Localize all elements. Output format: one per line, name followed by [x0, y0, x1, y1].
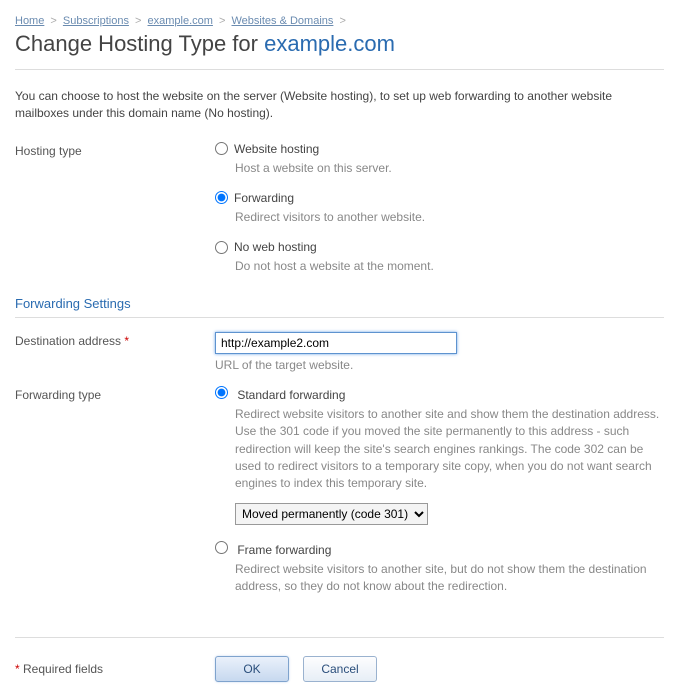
hosting-type-label: Hosting type [15, 142, 215, 158]
destination-label: Destination address * [15, 332, 215, 348]
radio-forwarding-input[interactable] [215, 191, 228, 204]
title-domain: example.com [264, 31, 395, 56]
radio-standard-forwarding[interactable]: Standard forwarding [215, 388, 345, 402]
crumb-sep: > [50, 15, 56, 27]
required-star: * [124, 334, 129, 348]
intro-text: You can choose to host the website on th… [15, 88, 664, 122]
crumb-sep: > [219, 15, 225, 27]
title-prefix: Change Hosting Type for [15, 31, 264, 56]
radio-frame-forwarding[interactable]: Frame forwarding [215, 543, 331, 557]
forwarding-type-label: Forwarding type [15, 386, 215, 402]
radio-standard-forwarding-label: Standard forwarding [237, 388, 345, 402]
frame-forwarding-hint: Redirect website visitors to another sit… [235, 561, 664, 596]
cancel-button[interactable]: Cancel [303, 656, 377, 682]
radio-forwarding-hint: Redirect visitors to another website. [235, 209, 664, 226]
crumb-domain[interactable]: example.com [148, 15, 213, 27]
radio-website-hosting[interactable]: Website hosting [215, 142, 664, 156]
radio-no-hosting-input[interactable] [215, 241, 228, 254]
crumb-home[interactable]: Home [15, 15, 44, 27]
divider [15, 69, 664, 70]
crumb-sep: > [135, 15, 141, 27]
radio-standard-forwarding-input[interactable] [215, 386, 228, 399]
ok-button[interactable]: OK [215, 656, 289, 682]
crumb-sep: > [339, 15, 345, 27]
standard-forwarding-hint: Redirect website visitors to another sit… [235, 406, 664, 493]
breadcrumb: Home > Subscriptions > example.com > Web… [15, 15, 664, 27]
radio-no-hosting-hint: Do not host a website at the moment. [235, 258, 664, 275]
destination-input[interactable] [215, 332, 457, 354]
radio-frame-forwarding-input[interactable] [215, 541, 228, 554]
radio-website-hosting-label: Website hosting [234, 142, 319, 156]
radio-frame-forwarding-label: Frame forwarding [237, 543, 331, 557]
radio-website-hosting-input[interactable] [215, 142, 228, 155]
radio-forwarding[interactable]: Forwarding [215, 191, 664, 205]
destination-label-text: Destination address [15, 334, 121, 348]
forwarding-settings-heading: Forwarding Settings [15, 296, 664, 318]
page-title: Change Hosting Type for example.com [15, 31, 664, 57]
required-star: * [15, 662, 20, 676]
destination-hint: URL of the target website. [215, 358, 664, 372]
required-fields-note: * Required fields [15, 662, 215, 676]
crumb-websites[interactable]: Websites & Domains [232, 15, 334, 27]
radio-forwarding-label: Forwarding [234, 191, 294, 205]
radio-website-hosting-hint: Host a website on this server. [235, 160, 664, 177]
required-fields-text: Required fields [23, 662, 103, 676]
crumb-subscriptions[interactable]: Subscriptions [63, 15, 129, 27]
radio-no-hosting-label: No web hosting [234, 240, 317, 254]
redirect-code-select[interactable]: Moved permanently (code 301) [235, 503, 428, 525]
radio-no-hosting[interactable]: No web hosting [215, 240, 664, 254]
